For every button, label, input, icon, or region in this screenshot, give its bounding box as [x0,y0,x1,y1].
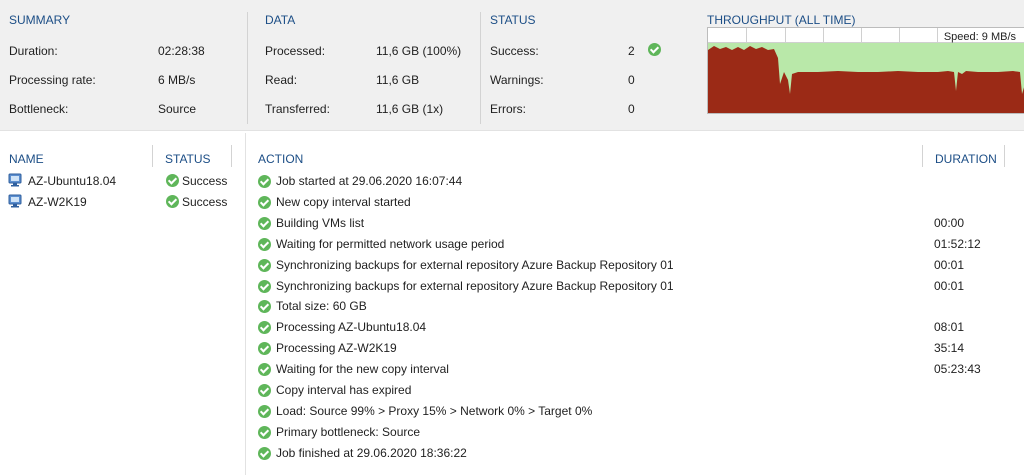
action-row[interactable]: Synchronizing backups for external repos… [258,256,998,276]
divider [247,12,248,124]
action-row[interactable]: Job finished at 29.06.2020 18:36:22 [258,444,998,464]
action-duration: 08:01 [934,320,965,334]
action-row[interactable]: Job started at 29.06.2020 16:07:44 [258,172,998,192]
success-check-icon [258,321,271,334]
action-text: Processing AZ-Ubuntu18.04 [276,320,427,334]
action-row[interactable]: Waiting for permitted network usage peri… [258,235,998,255]
processing-rate-label: Processing rate: [9,73,96,87]
summary-title: SUMMARY [9,13,71,27]
success-check-icon [258,426,271,439]
success-check-icon [258,259,271,272]
success-check-icon [258,384,271,397]
processed-value: 11,6 GB (100%) [376,44,462,58]
action-row[interactable]: Waiting for the new copy interval 05:23:4… [258,360,998,380]
action-row[interactable]: Total size: 60 GB [258,297,998,317]
warnings-label: Warnings: [490,73,544,87]
divider [1004,145,1005,167]
vm-status: Success [182,195,228,209]
success-check-icon [258,342,271,355]
stats-panel: SUMMARY Duration: 02:28:38 Processing ra… [0,0,1024,131]
action-text: Building VMs list [276,216,365,230]
action-duration: 00:01 [934,258,965,272]
processed-label: Processed: [265,44,326,58]
duration-value: 02:28:38 [158,44,205,58]
action-text: Synchronizing backups for external repos… [276,258,674,272]
success-check-icon [258,217,271,230]
divider [922,145,923,167]
action-row[interactable]: Processing AZ-Ubuntu18.04 08:01 [258,318,998,338]
vm-status: Success [182,174,228,188]
throughput-chart: Speed: 9 MB/s [707,27,1024,114]
throughput-speed: Speed: 9 MB/s [943,31,1016,43]
success-check-icon [166,195,179,208]
pane-splitter[interactable] [245,133,246,475]
action-text: New copy interval started [276,195,411,209]
action-row[interactable]: Processing AZ-W2K19 35:14 [258,339,998,359]
transferred-value: 11,6 GB (1x) [376,102,444,116]
action-text: Job finished at 29.06.2020 18:36:22 [276,446,467,460]
action-column-header[interactable]: ACTION [258,152,303,166]
success-check-icon [258,196,271,209]
action-duration: 35:14 [934,341,965,355]
action-row[interactable]: Synchronizing backups for external repos… [258,277,998,297]
status-column-header[interactable]: STATUS [165,152,211,166]
action-duration: 05:23:43 [934,362,981,376]
vm-name: AZ-W2K19 [28,195,87,209]
action-row[interactable]: Primary bottleneck: Source [258,423,998,443]
success-check-icon [258,405,271,418]
success-check-icon [258,238,271,251]
vm-row[interactable]: AZ-W2K19 Success [8,193,238,213]
success-check-icon [258,363,271,376]
divider [480,12,481,124]
errors-count: 0 [628,102,635,116]
success-check-icon [648,43,661,56]
action-text: Load: Source 99% > Proxy 15% > Network 0… [276,404,593,418]
action-row[interactable]: Building VMs list 00:00 [258,214,998,234]
action-duration: 00:01 [934,279,965,293]
vm-icon [8,194,22,208]
errors-label: Errors: [490,102,526,116]
transferred-label: Transferred: [265,102,330,116]
action-text: Copy interval has expired [276,383,412,397]
throughput-title: THROUGHPUT (ALL TIME) [707,13,856,27]
action-row[interactable]: New copy interval started [258,193,998,213]
vm-icon [8,173,22,187]
action-row[interactable]: Copy interval has expired [258,381,998,401]
action-text: Processing AZ-W2K19 [276,341,397,355]
success-label: Success: [490,44,539,58]
bottleneck-label: Bottleneck: [9,102,69,116]
action-text: Job started at 29.06.2020 16:07:44 [276,174,463,188]
action-text: Primary bottleneck: Source [276,425,421,439]
duration-label: Duration: [9,44,58,58]
action-text: Total size: 60 GB [276,299,367,313]
action-row[interactable]: Load: Source 99% > Proxy 15% > Network 0… [258,402,998,422]
success-check-icon [258,175,271,188]
action-text: Waiting for the new copy interval [276,362,449,376]
data-title: DATA [265,13,296,27]
divider [152,145,153,167]
success-count: 2 [628,44,635,58]
divider [231,145,232,167]
name-column-header[interactable]: NAME [9,152,44,166]
action-duration: 01:52:12 [934,237,981,251]
duration-column-header[interactable]: DURATION [935,152,997,166]
action-duration: 00:00 [934,216,965,230]
status-title: STATUS [490,13,536,27]
success-check-icon [258,300,271,313]
action-text: Waiting for permitted network usage peri… [276,237,505,251]
read-value: 11,6 GB [376,73,420,87]
success-check-icon [258,447,271,460]
action-text: Synchronizing backups for external repos… [276,279,674,293]
processing-rate-value: 6 MB/s [158,73,196,87]
vm-row[interactable]: AZ-Ubuntu18.04 Success [8,172,238,192]
warnings-count: 0 [628,73,635,87]
success-check-icon [166,174,179,187]
vm-name: AZ-Ubuntu18.04 [28,174,117,188]
success-check-icon [258,280,271,293]
read-label: Read: [265,73,298,87]
bottleneck-value: Source [158,102,197,116]
